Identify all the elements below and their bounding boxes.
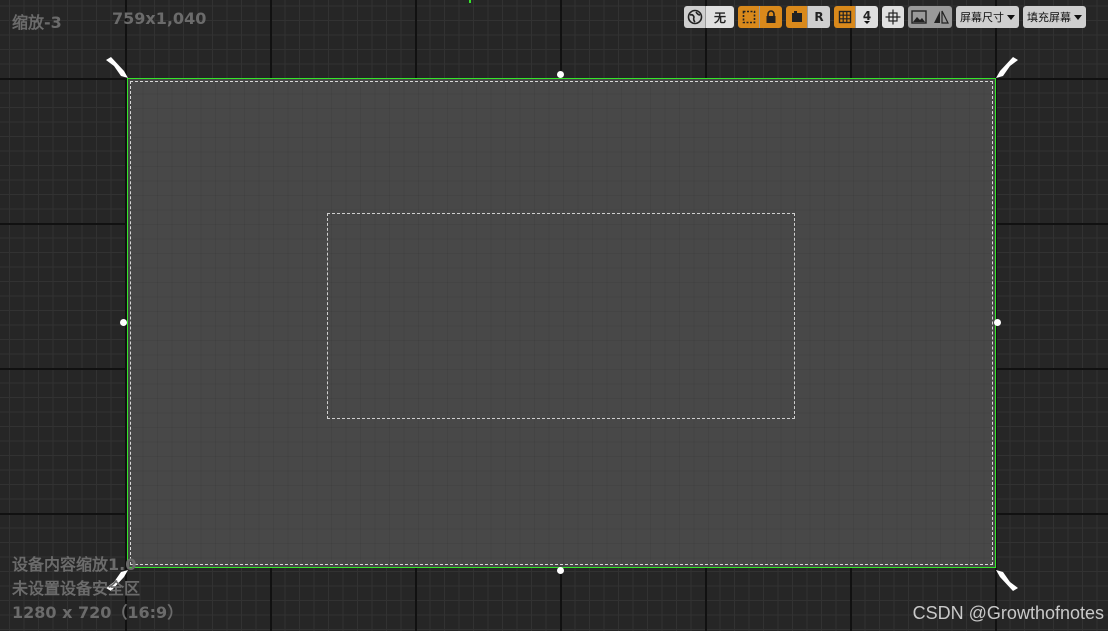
lock-toggle[interactable]	[760, 6, 782, 28]
dashed-outline-toggle[interactable]	[738, 6, 760, 28]
snap-value-label: 4	[862, 8, 872, 23]
dashed-outline-icon	[742, 10, 755, 24]
corner-handle-top-left[interactable]	[104, 56, 130, 82]
globe-icon	[687, 9, 702, 25]
inner-widget-outline[interactable]	[327, 213, 795, 419]
preview-icon	[791, 11, 802, 22]
localization-group: 无	[684, 6, 734, 28]
chevron-down-icon	[1074, 14, 1082, 20]
background-group	[908, 6, 952, 28]
background-image-button[interactable]	[908, 6, 930, 28]
transform-button[interactable]	[882, 6, 904, 28]
resize-handle-right[interactable]	[994, 319, 1001, 326]
screen-size-dropdown[interactable]: 屏幕尺寸	[956, 6, 1019, 28]
culture-label: 无	[713, 10, 726, 25]
corner-handle-bottom-right[interactable]	[994, 566, 1020, 592]
watermark: CSDN @Growthofnotes	[912, 603, 1104, 623]
safe-zone-label: 未设置设备安全区	[12, 579, 141, 598]
flip-button[interactable]	[930, 6, 952, 28]
resize-handle-top[interactable]	[557, 71, 564, 78]
culture-dropdown[interactable]: 无	[706, 6, 734, 28]
flip-icon	[934, 10, 949, 24]
resize-handle-left[interactable]	[120, 319, 127, 326]
grid-snap-value[interactable]: 4	[856, 6, 878, 28]
r-label: R	[814, 10, 824, 24]
preview-toggle[interactable]	[786, 6, 808, 28]
grid-snap-toggle[interactable]	[834, 6, 856, 28]
top-ruler-marker	[469, 0, 471, 3]
grid-group: 4	[834, 6, 878, 28]
image-icon	[910, 10, 927, 24]
zoom-label: 缩放-3	[12, 13, 62, 32]
dpi-scale-label: 设备内容缩放1.0	[12, 555, 137, 574]
move-transform-icon	[885, 9, 901, 25]
grid-icon	[838, 10, 851, 24]
resolution-label: 1280 x 720（16:9）	[12, 603, 184, 622]
viewport-toolbar: 无 R 4 屏幕尺寸 填充屏幕	[684, 6, 1086, 28]
globe-button[interactable]	[684, 6, 706, 28]
chevron-down-icon	[1007, 14, 1015, 20]
transform-group	[882, 6, 904, 28]
lock-icon	[766, 10, 776, 23]
outline-lock-group	[738, 6, 782, 28]
corner-handle-top-right[interactable]	[994, 56, 1020, 82]
resize-handle-bottom[interactable]	[557, 567, 564, 574]
respect-locks-toggle[interactable]: R	[808, 6, 830, 28]
fill-screen-label: 填充屏幕	[1027, 11, 1071, 24]
screen-size-label: 屏幕尺寸	[960, 11, 1004, 24]
canvas-size-label: 759x1,040	[112, 9, 207, 28]
snap-caret-icon	[864, 20, 870, 24]
preview-group: R	[786, 6, 830, 28]
fill-screen-dropdown[interactable]: 填充屏幕	[1023, 6, 1086, 28]
